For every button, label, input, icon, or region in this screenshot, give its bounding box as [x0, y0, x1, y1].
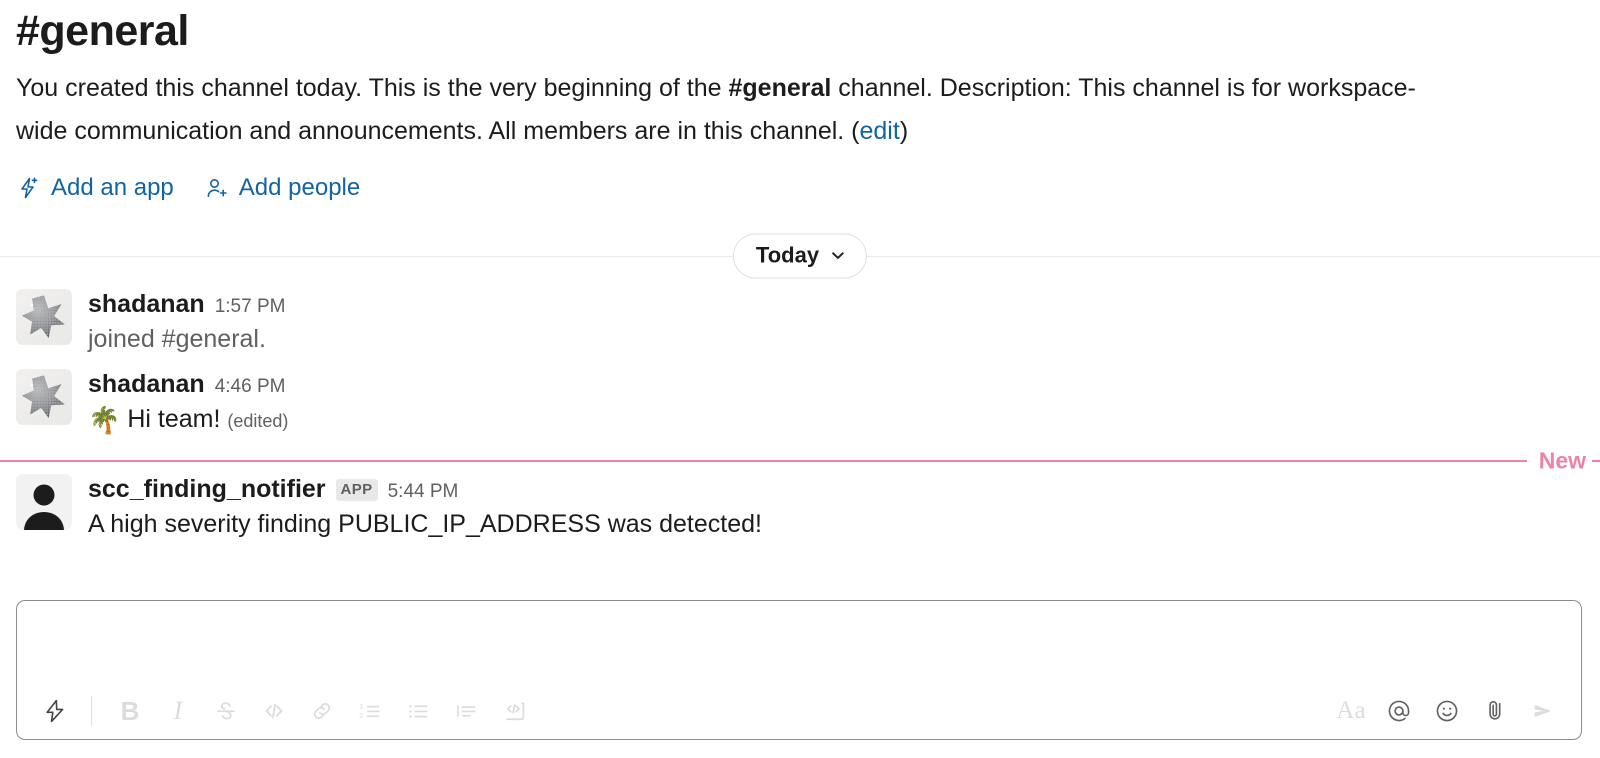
shortcuts-lightning-icon[interactable] [31, 689, 79, 733]
message-author[interactable]: shadanan [88, 289, 205, 319]
description-channel-ref: #general [729, 74, 832, 102]
app-badge: APP [336, 479, 378, 501]
italic-icon[interactable]: I [154, 689, 202, 733]
default-person-icon [16, 474, 72, 530]
message-row: shadanan 4:46 PM 🌴 Hi team! (edited) [0, 363, 1600, 446]
message-author[interactable]: shadanan [88, 369, 205, 399]
blockquote-icon[interactable] [442, 689, 490, 733]
description-prefix: You created this channel today. This is … [16, 74, 729, 102]
send-icon[interactable] [1519, 689, 1567, 733]
day-divider-button[interactable]: Today [733, 234, 867, 279]
link-icon[interactable] [298, 689, 346, 733]
message-body: shadanan 4:46 PM 🌴 Hi team! (edited) [88, 369, 1584, 440]
message-list: shadanan 1:57 PM joined #general. shadan… [0, 257, 1600, 549]
code-icon[interactable] [250, 689, 298, 733]
lightning-bolt-plus-icon [16, 175, 42, 201]
new-messages-divider: New [0, 460, 1600, 462]
mention-icon[interactable] [1375, 689, 1423, 733]
edited-label: (edited) [227, 411, 288, 431]
add-people-button[interactable]: Add people [204, 175, 360, 201]
avatar[interactable] [16, 369, 72, 425]
description-suffix: ) [900, 117, 908, 145]
message-body: scc_finding_notifier APP 5:44 PM A high … [88, 474, 1584, 543]
message-body: shadanan 1:57 PM joined #general. [88, 289, 1584, 358]
star-sculpture-photo [21, 374, 67, 420]
message-header: scc_finding_notifier APP 5:44 PM [88, 474, 1584, 504]
channel-intro: #general You created this channel today.… [0, 0, 1600, 201]
bold-icon[interactable]: B [106, 689, 154, 733]
message-timestamp[interactable]: 4:46 PM [215, 376, 286, 399]
aa-glyph: Aa [1336, 697, 1365, 725]
day-divider-label: Today [756, 243, 819, 269]
message-composer: B I [16, 600, 1582, 740]
attachment-paperclip-icon[interactable] [1471, 689, 1519, 733]
composer-right-tools: Aa [1327, 689, 1567, 733]
toolbar-separator [91, 696, 92, 726]
add-people-label: Add people [239, 176, 360, 200]
message-text-content: Hi team! [127, 405, 220, 433]
avatar[interactable] [16, 289, 72, 345]
palm-tree-emoji: 🌴 [88, 405, 120, 435]
edit-description-link[interactable]: edit [860, 117, 900, 145]
code-block-icon[interactable] [490, 689, 538, 733]
composer-toolbar: B I [17, 683, 1581, 739]
message-input[interactable] [17, 601, 1581, 683]
page-title: #general [16, 6, 1584, 57]
add-an-app-button[interactable]: Add an app [16, 175, 174, 201]
new-messages-label: New [1527, 450, 1592, 473]
svg-text:2: 2 [359, 711, 363, 720]
channel-intro-actions: Add an app Add people [16, 175, 1584, 201]
message-author[interactable]: scc_finding_notifier [88, 474, 326, 504]
emoji-icon[interactable] [1423, 689, 1471, 733]
ordered-list-icon[interactable]: 1 2 [346, 689, 394, 733]
svg-text:1: 1 [359, 702, 363, 711]
channel-description: You created this channel today. This is … [16, 67, 1464, 153]
day-divider: Today [0, 256, 1600, 257]
message-text: joined #general. [88, 321, 1584, 358]
bulleted-list-icon[interactable] [394, 689, 442, 733]
message-row: scc_finding_notifier APP 5:44 PM A high … [0, 468, 1600, 549]
composer-left-tools: B I [31, 689, 538, 733]
bold-glyph: B [121, 696, 140, 727]
strikethrough-icon[interactable] [202, 689, 250, 733]
message-header: shadanan 1:57 PM [88, 289, 1584, 319]
formatting-aa-icon[interactable]: Aa [1327, 689, 1375, 733]
message-timestamp[interactable]: 1:57 PM [215, 296, 286, 319]
add-an-app-label: Add an app [51, 176, 174, 200]
chevron-down-icon [830, 248, 846, 264]
message-header: shadanan 4:46 PM [88, 369, 1584, 399]
message-row: shadanan 1:57 PM joined #general. [0, 283, 1600, 364]
composer-box: B I [16, 600, 1582, 740]
star-sculpture-photo [21, 294, 67, 340]
person-plus-icon [204, 175, 230, 201]
message-text: 🌴 Hi team! (edited) [88, 401, 1584, 440]
avatar[interactable] [16, 474, 72, 530]
message-timestamp[interactable]: 5:44 PM [388, 481, 459, 504]
message-text: A high severity finding PUBLIC_IP_ADDRES… [88, 506, 1584, 543]
italic-glyph: I [174, 696, 183, 726]
